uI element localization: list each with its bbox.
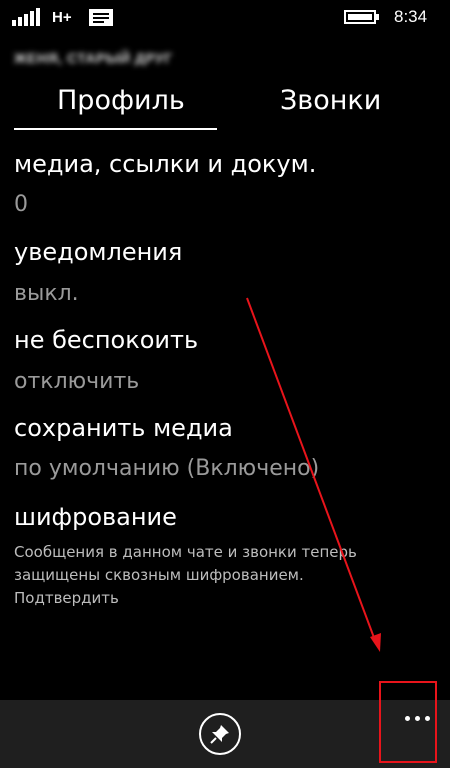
contact-name: ЖЕНЯ, СТАРЫЙ ДРУГ bbox=[14, 50, 173, 66]
message-icon bbox=[89, 9, 113, 26]
pin-icon bbox=[210, 725, 229, 744]
annotation-highlight-box bbox=[379, 681, 437, 763]
encryption-title[interactable]: шифрование bbox=[14, 503, 177, 531]
battery-icon bbox=[344, 10, 379, 24]
status-bar: H+ 8:34 bbox=[0, 0, 450, 34]
tab-calls[interactable]: Звонки bbox=[280, 85, 381, 116]
tab-profile[interactable]: Профиль bbox=[57, 85, 185, 116]
media-links-docs-title[interactable]: медиа, ссылки и докум. bbox=[14, 150, 316, 178]
do-not-disturb-value[interactable]: отключить bbox=[14, 369, 139, 394]
encryption-description[interactable]: Сообщения в данном чате и звонки теперь … bbox=[14, 541, 374, 610]
notifications-value[interactable]: выкл. bbox=[14, 281, 79, 306]
active-tab-indicator bbox=[14, 128, 217, 130]
notifications-title[interactable]: уведомления bbox=[14, 238, 182, 266]
signal-icon bbox=[12, 8, 40, 26]
clock: 8:34 bbox=[394, 7, 428, 26]
save-media-value[interactable]: по умолчанию (Включено) bbox=[14, 456, 319, 481]
save-media-title[interactable]: сохранить медиа bbox=[14, 414, 233, 442]
network-type-label: H+ bbox=[52, 9, 72, 26]
do-not-disturb-title[interactable]: не беспокоить bbox=[14, 326, 198, 354]
media-links-docs-count: 0 bbox=[14, 192, 28, 217]
pin-button[interactable] bbox=[199, 713, 241, 755]
